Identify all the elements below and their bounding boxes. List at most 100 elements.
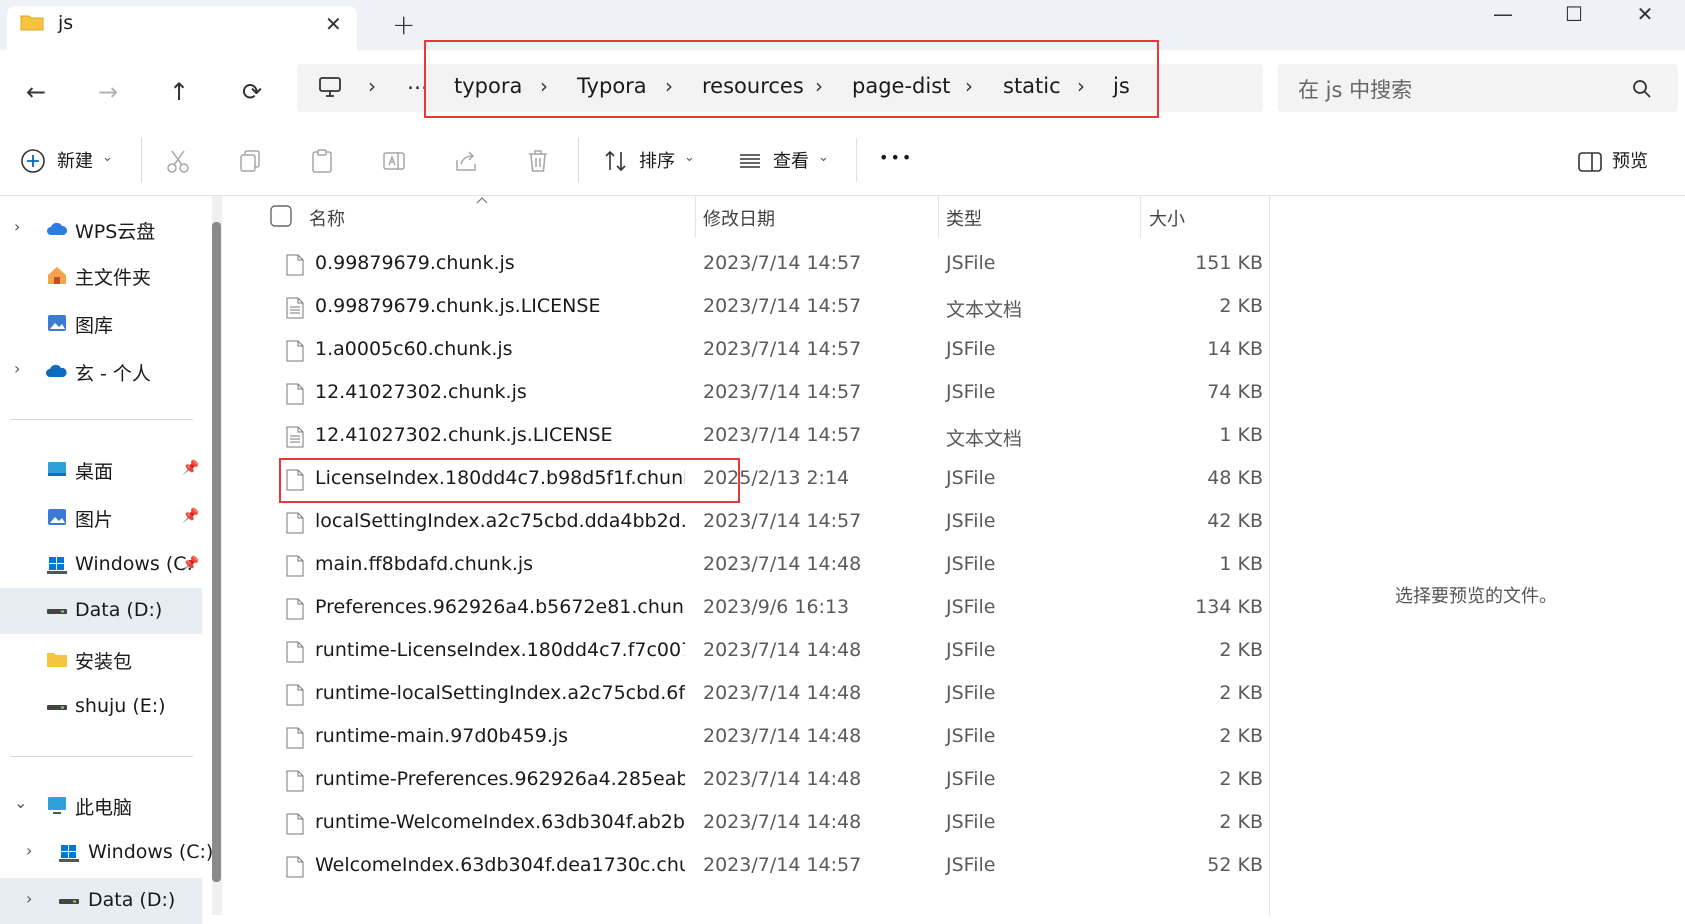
- file-date: 2023/7/14 14:57: [703, 854, 862, 876]
- column-header-date[interactable]: 修改日期: [703, 205, 775, 231]
- column-divider[interactable]: [1140, 196, 1141, 238]
- sidebar-item[interactable]: 图片 📌: [0, 494, 202, 540]
- column-header-size[interactable]: 大小: [1149, 205, 1185, 231]
- file-row[interactable]: main.ff8bdafd.chunk.js 2023/7/14 14:48 JSF…: [270, 544, 1269, 587]
- sidebar-item[interactable]: 图库: [0, 300, 202, 346]
- monitor-icon[interactable]: [318, 76, 342, 98]
- sidebar-item[interactable]: 主文件夹: [0, 252, 202, 298]
- copy-icon[interactable]: [237, 148, 263, 174]
- file-icon: [286, 598, 304, 620]
- file-size: 134 KB: [1195, 596, 1263, 618]
- toolbar-divider: [141, 138, 142, 182]
- sort-icon[interactable]: [603, 148, 629, 174]
- sidebar-item[interactable]: Data (D:): [0, 588, 202, 634]
- minimize-button[interactable]: —: [1473, 2, 1533, 32]
- chevron-right-icon[interactable]: ›: [14, 217, 20, 236]
- sidebar-item-label: Data (D:): [75, 599, 163, 621]
- tab-close-button[interactable]: ✕: [325, 12, 342, 36]
- column-header-type[interactable]: 类型: [946, 205, 982, 231]
- file-type: JSFile: [946, 854, 996, 876]
- windows-drive-icon: [59, 845, 79, 862]
- search-input[interactable]: 在 js 中搜索: [1298, 74, 1412, 104]
- chevron-right-icon[interactable]: ›: [14, 359, 20, 378]
- preview-pane-icon[interactable]: [1577, 149, 1603, 175]
- file-row[interactable]: runtime-LicenseIndex.180dd4c7.f7c007d...…: [270, 630, 1269, 673]
- view-icon[interactable]: [737, 148, 763, 174]
- file-name: 1.a0005c60.chunk.js: [315, 338, 513, 360]
- file-date: 2023/7/14 14:57: [703, 252, 862, 274]
- back-button[interactable]: ←: [16, 72, 56, 112]
- sidebar-item-label: Data (D:): [88, 889, 176, 911]
- chevron-right-icon[interactable]: ›: [26, 841, 32, 860]
- select-all-checkbox[interactable]: [270, 205, 292, 227]
- new-button[interactable]: 新建: [57, 147, 93, 173]
- file-row[interactable]: runtime-Preferences.962926a4.285eabb... 2…: [270, 759, 1269, 802]
- file-row[interactable]: 0.99879679.chunk.js.LICENSE 2023/7/14 14:…: [270, 286, 1269, 329]
- preview-message: 选择要预览的文件。: [1395, 586, 1557, 607]
- file-row[interactable]: runtime-WelcomeIndex.63db304f.ab2b2... 20…: [270, 802, 1269, 845]
- file-date: 2023/7/14 14:57: [703, 510, 862, 532]
- file-icon: [286, 555, 304, 577]
- view-button[interactable]: 查看: [773, 147, 809, 173]
- new-tab-button[interactable]: +: [392, 8, 415, 41]
- column-divider[interactable]: [938, 196, 939, 238]
- more-options-button[interactable]: •••: [879, 148, 913, 167]
- pictures-icon: [48, 509, 66, 525]
- up-button[interactable]: ↑: [159, 72, 199, 112]
- sidebar-item[interactable]: Windows (C: 📌: [0, 542, 202, 588]
- file-name: localSettingIndex.a2c75cbd.dda4bb2d.c...: [315, 510, 685, 532]
- chevron-right-icon[interactable]: ›: [26, 889, 32, 908]
- file-date: 2023/9/6 16:13: [703, 596, 850, 618]
- sidebar-item[interactable]: › 玄 - 个人: [0, 348, 202, 394]
- file-type: JSFile: [946, 682, 996, 704]
- file-type: 文本文档: [946, 299, 1023, 321]
- chevron-down-icon[interactable]: ⌄: [102, 150, 113, 165]
- file-type: JSFile: [946, 510, 996, 532]
- sidebar-item[interactable]: ⌄ 此电脑: [0, 782, 202, 828]
- file-type: JSFile: [946, 596, 996, 618]
- chevron-down-icon[interactable]: ⌄: [14, 793, 27, 812]
- chevron-down-icon[interactable]: ⌄: [684, 150, 695, 165]
- column-divider[interactable]: [695, 196, 696, 238]
- close-window-button[interactable]: ✕: [1615, 2, 1675, 32]
- sidebar-item[interactable]: 桌面 📌: [0, 446, 202, 492]
- sort-button[interactable]: 排序: [639, 147, 675, 173]
- column-header-name[interactable]: 名称: [309, 205, 345, 231]
- tab-title: js: [58, 12, 74, 34]
- file-row[interactable]: runtime-localSettingIndex.a2c75cbd.6f0f.…: [270, 673, 1269, 716]
- sidebar-item[interactable]: › Windows (C:): [0, 830, 213, 876]
- file-row[interactable]: localSettingIndex.a2c75cbd.dda4bb2d.c...…: [270, 501, 1269, 544]
- sidebar-item-label: Windows (C:: [75, 553, 193, 575]
- sidebar-item[interactable]: › Data (D:): [0, 878, 202, 924]
- search-icon[interactable]: [1632, 79, 1652, 99]
- file-date: 2023/7/14 14:57: [703, 338, 862, 360]
- sidebar-item[interactable]: 安装包: [0, 636, 202, 682]
- file-row[interactable]: 12.41027302.chunk.js.LICENSE 2023/7/14 14…: [270, 415, 1269, 458]
- file-size: 48 KB: [1207, 467, 1263, 489]
- paste-icon[interactable]: [309, 148, 335, 174]
- file-row[interactable]: 12.41027302.chunk.js 2023/7/14 14:57 JSFil…: [270, 372, 1269, 415]
- forward-button[interactable]: →: [88, 72, 128, 112]
- rename-icon[interactable]: [381, 148, 407, 174]
- file-row[interactable]: WelcomeIndex.63db304f.dea1730c.chun... 20…: [270, 845, 1269, 888]
- sidebar-item[interactable]: › WPS云盘: [0, 206, 202, 252]
- file-icon: [286, 254, 304, 276]
- sidebar-item-label: 主文件夹: [75, 267, 152, 289]
- file-row[interactable]: runtime-main.97d0b459.js 2023/7/14 14:48 J…: [270, 716, 1269, 759]
- share-icon[interactable]: [453, 148, 479, 174]
- delete-icon[interactable]: [525, 148, 551, 174]
- file-row[interactable]: 1.a0005c60.chunk.js 2023/7/14 14:57 JSFile…: [270, 329, 1269, 372]
- file-icon: [286, 383, 304, 405]
- chevron-down-icon[interactable]: ⌄: [818, 150, 829, 165]
- preview-button[interactable]: 预览: [1612, 147, 1648, 173]
- sidebar-item[interactable]: shuju (E:): [0, 684, 202, 730]
- sidebar-scrollbar-thumb[interactable]: [212, 222, 221, 882]
- file-row[interactable]: 0.99879679.chunk.js 2023/7/14 14:57 JSFile…: [270, 243, 1269, 286]
- sidebar-item-label: 桌面: [75, 461, 114, 483]
- cut-icon[interactable]: [165, 148, 191, 174]
- file-row[interactable]: Preferences.962926a4.b5672e81.chunk.js 20…: [270, 587, 1269, 630]
- text-file-icon: [286, 297, 304, 319]
- refresh-button[interactable]: ⟳: [232, 72, 272, 112]
- maximize-button[interactable]: ☐: [1544, 2, 1604, 32]
- new-icon[interactable]: [20, 148, 46, 174]
